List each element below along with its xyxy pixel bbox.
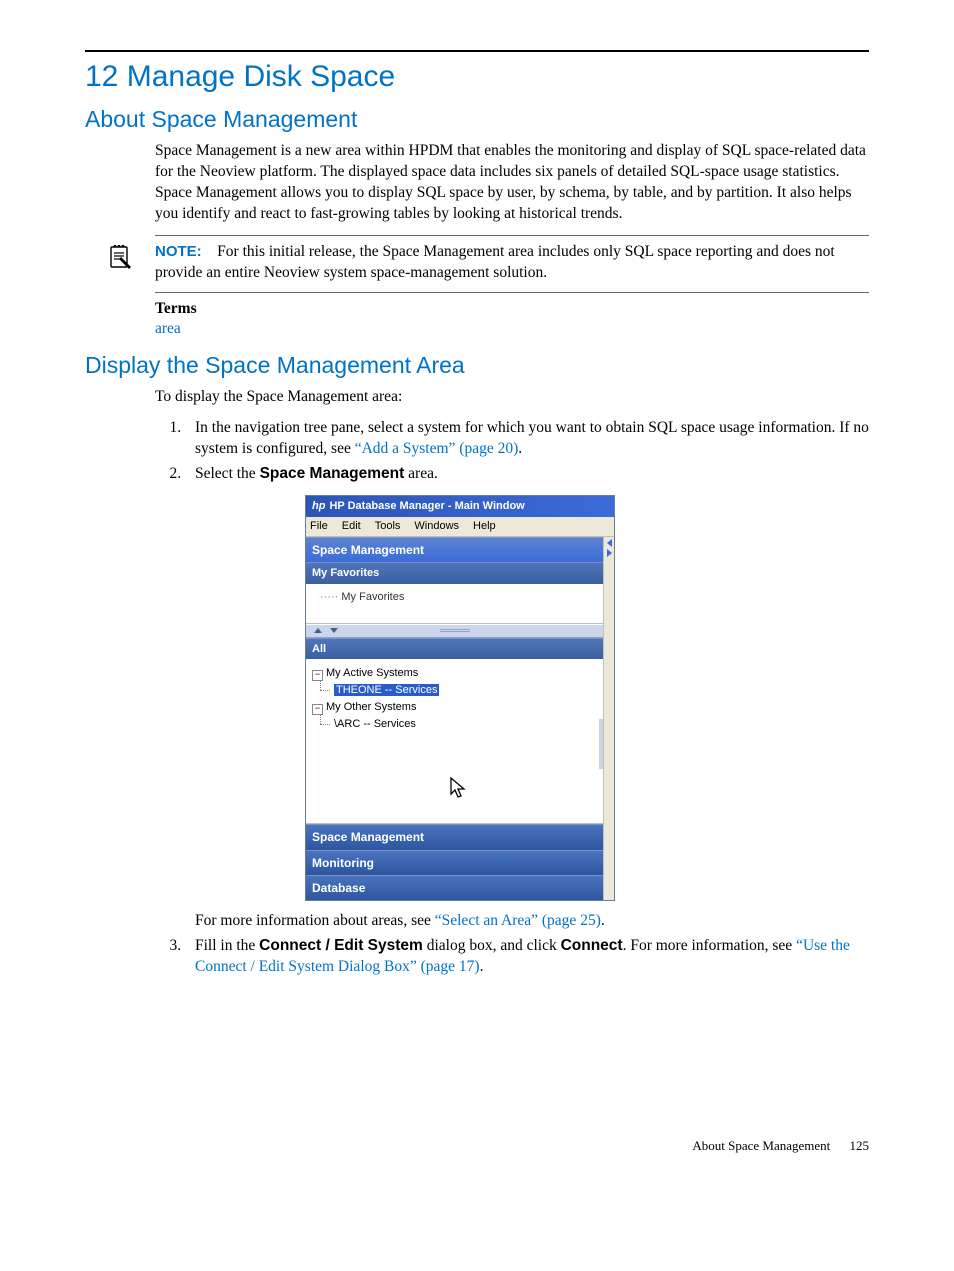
chevron-right-icon (607, 549, 612, 557)
step2-after-image: For more information about areas, see “S… (195, 911, 869, 932)
link-add-system[interactable]: “Add a System” (page 20) (355, 440, 519, 457)
window-titlebar: hp HP Database Manager - Main Window (306, 496, 614, 517)
side-toggle[interactable] (603, 537, 614, 900)
menu-windows[interactable]: Windows (414, 519, 459, 534)
page-container: 12 Manage Disk Space About Space Managem… (0, 0, 954, 1184)
menu-file[interactable]: File (310, 519, 328, 534)
bar-all[interactable]: All (306, 638, 603, 660)
menu-bar: File Edit Tools Windows Help (306, 517, 614, 537)
step-3: Fill in the Connect / Edit System dialog… (185, 936, 869, 978)
tree-active-systems[interactable]: My Active Systems (312, 665, 597, 682)
terms-link[interactable]: area (155, 319, 869, 340)
chevron-left-icon (607, 539, 612, 547)
hp-logo: hp (312, 500, 325, 512)
section-about-title: About Space Management (85, 106, 869, 133)
bar-database[interactable]: Database (306, 875, 603, 900)
fav-item[interactable]: My Favorites (341, 591, 404, 603)
note-separator-top (155, 235, 869, 236)
terms-block: Terms area (85, 299, 869, 341)
step-1: In the navigation tree pane, select a sy… (185, 418, 869, 460)
terms-label: Terms (155, 299, 869, 320)
note-icon (107, 244, 133, 275)
splitter[interactable] (306, 624, 603, 638)
note-block: NOTE: For this initial release, the Spac… (85, 242, 869, 284)
bar-space-management-2[interactable]: Space Management (306, 824, 603, 849)
favorites-pane: ····· My Favorites (306, 584, 603, 624)
note-body: For this initial release, the Space Mana… (155, 243, 835, 281)
bar-monitoring[interactable]: Monitoring (306, 850, 603, 875)
about-paragraph: Space Management is a new area within HP… (85, 141, 869, 225)
screenshot-body: Space Management My Favorites ····· My F… (306, 537, 614, 900)
nav-pane: Space Management My Favorites ····· My F… (306, 537, 603, 900)
bar-my-favorites[interactable]: My Favorites (306, 562, 603, 584)
window-title: HP Database Manager - Main Window (329, 500, 524, 512)
tree-theone[interactable]: THEONE -- Services (312, 682, 597, 699)
step-2: Select the Space Management area. hpHP D… (185, 464, 869, 932)
menu-edit[interactable]: Edit (342, 519, 361, 534)
step3-bold1: Connect / Edit System (259, 937, 423, 954)
footer-page-number: 125 (850, 1138, 870, 1153)
top-rule (85, 50, 869, 52)
note-separator-bottom (155, 292, 869, 293)
note-text: NOTE: For this initial release, the Spac… (145, 242, 869, 284)
menu-tools[interactable]: Tools (375, 519, 401, 534)
bar-space-management[interactable]: Space Management (306, 537, 603, 562)
section-display-title: Display the Space Management Area (85, 352, 869, 379)
page-footer: About Space Management 125 (85, 1138, 869, 1154)
tree-pane: My Active Systems THEONE -- Services My … (306, 659, 603, 824)
link-select-area[interactable]: “Select an Area” (page 25) (435, 912, 601, 929)
step2-bold: Space Management (260, 465, 405, 482)
app-screenshot: hp HP Database Manager - Main Window File… (305, 495, 615, 901)
chapter-title: 12 Manage Disk Space (85, 60, 869, 94)
display-intro: To display the Space Management area: (85, 387, 869, 408)
steps-list: In the navigation tree pane, select a sy… (85, 418, 869, 978)
step3-bold2: Connect (561, 937, 623, 954)
note-label: NOTE: (155, 243, 202, 260)
menu-help[interactable]: Help (473, 519, 496, 534)
tree-arc[interactable]: \ARC -- Services (312, 716, 597, 733)
footer-text: About Space Management (692, 1138, 830, 1153)
tree-other-systems[interactable]: My Other Systems (312, 699, 597, 716)
